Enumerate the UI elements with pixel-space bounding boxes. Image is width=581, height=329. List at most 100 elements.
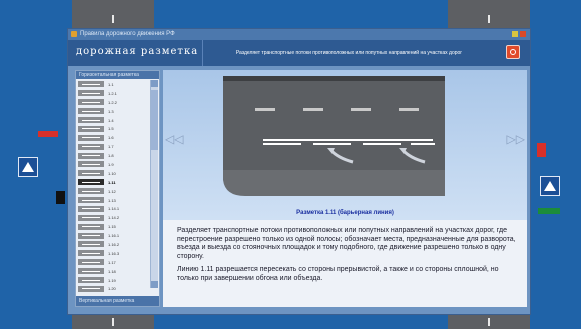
list-item[interactable]: 1.11: [77, 178, 150, 187]
app-icon: [71, 31, 77, 37]
list-item-label: 1.9: [108, 161, 114, 167]
list-scrollbar[interactable]: [150, 80, 158, 288]
list-item-label: 1.2.2: [108, 99, 117, 105]
marking-thumbnail-icon: [78, 99, 104, 106]
app-header: дорожная разметка Разделяет транспортные…: [68, 40, 530, 66]
description-paragraph: Линию 1.11 разрешается пересекать со сто…: [177, 265, 499, 282]
marking-thumbnail-icon: [78, 188, 104, 195]
list-item[interactable]: 1.17: [77, 258, 150, 267]
list-footer[interactable]: Вертикальная разметка: [76, 296, 159, 306]
traffic-light-icon: [537, 143, 546, 157]
marking-caption: Разметка 1.11 (барьерная линия): [296, 210, 394, 216]
traffic-light-icon: [38, 131, 58, 137]
minimize-icon[interactable]: [512, 31, 518, 37]
list-item-label: 1.20: [108, 286, 116, 292]
list-header: Горизонтальная разметка: [76, 71, 159, 79]
marking-thumbnail-icon: [78, 81, 104, 88]
list-item[interactable]: 1.10: [77, 169, 150, 178]
window-title: Правила дорожного движения РФ: [80, 31, 175, 37]
marking-thumbnail-icon: [78, 108, 104, 115]
list-item-label: 1.2.1: [108, 90, 117, 96]
list-item[interactable]: 1.7: [77, 142, 150, 151]
close-window-icon[interactable]: [520, 31, 526, 37]
list-item-label: 1.16.1: [108, 233, 120, 239]
list-item[interactable]: 1.9: [77, 160, 150, 169]
list-item[interactable]: 1.16.3: [77, 249, 150, 258]
lane-dash: [112, 318, 114, 326]
power-button[interactable]: [506, 45, 520, 59]
list-item[interactable]: 1.6: [77, 133, 150, 142]
marking-thumbnail-icon: [78, 161, 104, 168]
list-item-label: 1.3: [108, 108, 114, 114]
marking-thumbnail-icon: [78, 214, 104, 221]
scroll-up-button[interactable]: [151, 80, 158, 87]
list-item[interactable]: 1.4: [77, 116, 150, 125]
list-item[interactable]: 1.19: [77, 276, 150, 285]
marking-thumbnail-icon: [78, 250, 104, 257]
traffic-light-icon: [538, 208, 560, 214]
list-item[interactable]: 1.2.2: [77, 98, 150, 107]
marking-thumbnail-icon: [78, 197, 104, 204]
list-item-label: 1.19: [108, 277, 116, 283]
list-item-label: 1.15: [108, 224, 116, 230]
list-item-label: 1.5: [108, 126, 114, 132]
list-item-label: 1.18: [108, 268, 116, 274]
marking-description: Разделяет транспортные потоки противопол…: [177, 227, 517, 287]
list-item[interactable]: 1.1: [77, 80, 150, 89]
list-item-label: 1.14.1: [108, 206, 120, 212]
title-bar: Правила дорожного движения РФ: [68, 29, 530, 40]
scroll-down-button[interactable]: [151, 281, 158, 288]
list-item[interactable]: 1.16.1: [77, 231, 150, 240]
pedestrian-sign-icon: [18, 157, 38, 177]
list-item-label: 1.1: [108, 81, 114, 87]
nav-prev-icon[interactable]: ◁◁: [165, 132, 183, 146]
header-subtitle: Разделяет транспортные потоки противопол…: [235, 50, 463, 56]
marking-thumbnail-icon: [78, 223, 104, 230]
marking-thumbnail-icon: [78, 152, 104, 159]
marking-thumbnail-icon: [78, 143, 104, 150]
lane-dash: [488, 318, 490, 326]
power-icon: [510, 49, 516, 55]
marking-thumbnail-icon: [78, 117, 104, 123]
marking-thumbnail-icon: [78, 125, 104, 132]
list-item-label: 1.10: [108, 170, 116, 176]
list-item[interactable]: 1.3: [77, 107, 150, 116]
markings-list: 1.1 1.2.1 1.2.2 1.3 1.4 1.5 1.6 1.7 1.8 1.9 1.10 1.…: [77, 80, 150, 293]
list-item[interactable]: 1.15: [77, 222, 150, 231]
list-item-label: 1.6: [108, 135, 114, 141]
description-paragraph: Разделяет транспортные потоки противопол…: [177, 227, 516, 261]
lane-dash: [112, 15, 114, 23]
list-item[interactable]: 1.14.2: [77, 213, 150, 222]
marking-thumbnail-icon: [78, 179, 104, 186]
road-illustration: [223, 76, 445, 196]
marking-thumbnail-icon: [78, 205, 104, 212]
list-item[interactable]: 1.14.1: [77, 204, 150, 213]
list-item-label: 1.8: [108, 153, 114, 159]
list-item-label: 1.14.2: [108, 215, 120, 221]
nav-next-icon[interactable]: ▷▷: [507, 132, 525, 146]
list-item[interactable]: 1.13: [77, 196, 150, 205]
marking-thumbnail-icon: [78, 170, 104, 177]
list-item-label: 1.16.2: [108, 241, 120, 247]
lane-dash: [488, 15, 490, 23]
traffic-light-icon: [56, 191, 65, 204]
marking-thumbnail-icon: [78, 277, 104, 284]
marking-thumbnail-icon: [78, 285, 104, 292]
list-item[interactable]: 1.5: [77, 124, 150, 133]
list-item[interactable]: 1.12: [77, 187, 150, 196]
scroll-thumb[interactable]: [151, 90, 158, 150]
marking-illustration: ◁◁ ▷▷ Разметка 1.11 (барьерная линия): [163, 70, 527, 220]
list-item[interactable]: 1.16.2: [77, 240, 150, 249]
list-item[interactable]: 1.8: [77, 151, 150, 160]
list-item[interactable]: 1.20: [77, 284, 150, 293]
content-panel: ◁◁ ▷▷ Разметка 1.11 (барьерная линия) Ра…: [163, 70, 527, 307]
marking-thumbnail-icon: [78, 241, 104, 248]
marking-thumbnail-icon: [78, 232, 104, 239]
list-item-label: 1.12: [108, 188, 116, 194]
app-title: дорожная разметка: [76, 46, 199, 57]
list-item[interactable]: 1.2.1: [77, 89, 150, 98]
list-item[interactable]: 1.18: [77, 267, 150, 276]
markings-list-panel: Горизонтальная разметка 1.1 1.2.1 1.2.2 1.3…: [75, 70, 160, 307]
marking-thumbnail-icon: [78, 268, 104, 275]
list-item-label: 1.17: [108, 259, 116, 265]
